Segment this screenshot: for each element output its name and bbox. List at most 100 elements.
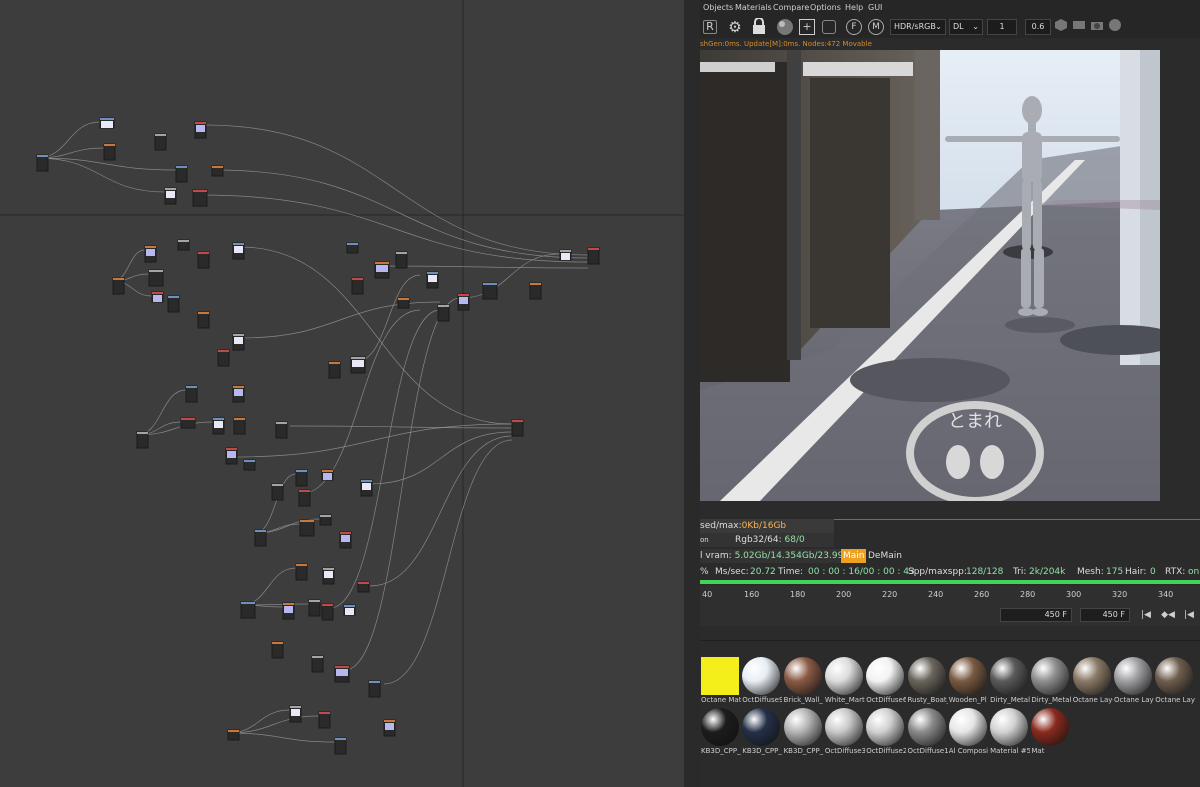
menu-objects[interactable]: Objects [703, 3, 733, 12]
material-swatch[interactable]: Material #5 [990, 708, 1030, 756]
go-to-prev-key-icon[interactable]: |◀ [1180, 607, 1198, 623]
graph-node[interactable] [343, 604, 356, 616]
graph-node[interactable] [322, 567, 335, 585]
material-pick-icon[interactable]: M [868, 19, 884, 35]
material-swatch[interactable]: Rusty_Boat_ [907, 657, 948, 705]
material-swatch[interactable]: Octane Laye [1114, 657, 1154, 705]
graph-node[interactable] [192, 189, 208, 207]
menu-compare[interactable]: Compare [773, 3, 809, 12]
graph-node[interactable] [346, 242, 359, 254]
graph-node[interactable] [240, 601, 256, 619]
render-viewport[interactable]: とまれ [700, 50, 1160, 501]
material-swatch[interactable]: OctDiffuse6 [866, 657, 906, 705]
panel-divider[interactable] [684, 0, 700, 787]
graph-node[interactable] [529, 282, 542, 300]
graph-node[interactable] [298, 489, 311, 507]
graph-node[interactable] [319, 514, 332, 526]
graph-node[interactable] [271, 641, 284, 659]
graph-node[interactable] [211, 165, 224, 177]
sphere-preview-icon[interactable] [776, 18, 794, 36]
graph-node[interactable] [217, 349, 230, 367]
film-region-icon[interactable]: F [846, 19, 862, 35]
material-swatch[interactable]: Mat [1031, 708, 1070, 756]
graph-node[interactable] [339, 531, 352, 549]
go-to-start-icon[interactable]: |◀ [1137, 607, 1155, 623]
add-region-icon[interactable]: + [799, 19, 815, 35]
graph-node[interactable] [437, 304, 450, 322]
material-swatch[interactable]: OctDiffuse3 [824, 708, 865, 756]
region-render-icon[interactable] [822, 20, 836, 34]
graph-node[interactable] [227, 729, 240, 741]
graph-node[interactable] [154, 133, 167, 151]
graph-node[interactable] [148, 269, 164, 287]
material-swatch[interactable]: Brick_Wall_ [783, 657, 823, 705]
color-mode-select[interactable]: HDR/sRGB ⌄ [890, 19, 946, 35]
graph-node[interactable] [587, 247, 600, 265]
material-swatch[interactable]: Wooden_Pl [948, 657, 987, 705]
graph-node[interactable] [233, 417, 246, 435]
material-swatch[interactable]: OctDiffuse1 [907, 708, 948, 756]
graph-node[interactable] [299, 519, 315, 537]
kernel-select[interactable]: DL ⌄ [949, 19, 983, 35]
hexagon-icon[interactable] [1052, 18, 1070, 36]
graph-node[interactable] [167, 295, 180, 313]
graph-node[interactable] [308, 599, 321, 617]
graph-node[interactable] [254, 529, 267, 547]
material-swatch[interactable]: White_Mart [824, 657, 865, 705]
graph-node[interactable] [318, 711, 331, 729]
graph-node[interactable] [243, 459, 256, 471]
material-swatch[interactable]: OctDiffuse9 [742, 657, 782, 705]
graph-node[interactable] [136, 431, 149, 449]
menu-gui[interactable]: GUI [868, 3, 882, 12]
graph-node[interactable] [295, 469, 308, 487]
graph-node[interactable] [185, 385, 198, 403]
material-swatch[interactable]: Octane Mat [701, 657, 741, 705]
value-field-1[interactable]: 1 [987, 19, 1017, 35]
graph-node[interactable] [559, 249, 572, 261]
graph-node[interactable] [383, 719, 396, 737]
graph-node[interactable] [151, 291, 164, 303]
graph-node[interactable] [271, 483, 284, 501]
restart-render-icon[interactable]: R [703, 20, 717, 34]
graph-node[interactable] [334, 737, 347, 755]
graph-node[interactable] [99, 117, 115, 129]
graph-node[interactable] [334, 665, 350, 683]
material-swatch[interactable]: Octane Laye [1072, 657, 1113, 705]
graph-node[interactable] [177, 239, 190, 251]
timeline[interactable]: 40 160 180 200 220 240 260 280 300 320 3… [700, 586, 1200, 626]
graph-node[interactable] [351, 277, 364, 295]
tab-main[interactable]: Main [841, 549, 866, 563]
graph-node[interactable] [311, 655, 324, 673]
graph-node[interactable] [350, 356, 366, 374]
graph-node[interactable] [232, 333, 245, 351]
graph-node[interactable] [321, 603, 334, 621]
graph-node[interactable] [164, 187, 177, 205]
material-swatch[interactable]: Dirty_Metal [1031, 657, 1071, 705]
settings-gear-icon[interactable]: ⚙ [726, 18, 744, 36]
tab-demain[interactable]: DeMain [868, 549, 902, 563]
circle-icon[interactable] [1106, 18, 1124, 36]
graph-node[interactable] [232, 242, 245, 260]
graph-node[interactable] [103, 143, 116, 161]
graph-node[interactable] [144, 245, 157, 263]
graph-node[interactable] [482, 282, 498, 300]
material-swatch[interactable]: Dirty_Metal [990, 657, 1030, 705]
graph-node[interactable] [197, 311, 210, 329]
graph-node[interactable] [112, 277, 125, 295]
graph-node[interactable] [36, 154, 49, 172]
material-swatch[interactable]: KB3D_CPP_ [701, 708, 741, 756]
material-swatch[interactable]: OctDiffuse2 [866, 708, 906, 756]
menu-materials[interactable]: Materials [735, 3, 772, 12]
frame-icon[interactable] [1070, 18, 1088, 36]
graph-node[interactable] [295, 563, 308, 581]
node-graph-canvas[interactable] [0, 0, 684, 787]
graph-node[interactable] [194, 121, 207, 139]
graph-node[interactable] [511, 419, 524, 437]
camera-icon[interactable] [1088, 18, 1106, 36]
graph-node[interactable] [321, 469, 334, 481]
timeline-ruler[interactable]: 40 160 180 200 220 240 260 280 300 320 3… [700, 586, 1200, 606]
graph-node[interactable] [426, 271, 439, 289]
graph-node[interactable] [374, 261, 390, 279]
material-swatch[interactable]: Octane Laye [1155, 657, 1195, 705]
graph-node[interactable] [457, 293, 470, 311]
